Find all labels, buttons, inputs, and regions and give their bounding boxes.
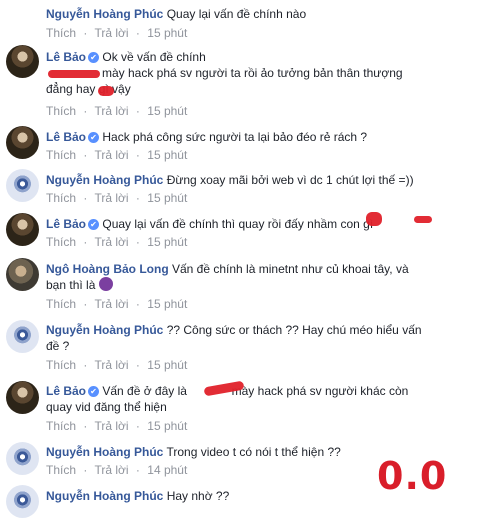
comment-text: Hack phá công sức người ta lại bảo đéo r… [102,130,368,144]
comment-actions: Thích · Trả lời · 15 phút [46,104,188,118]
comment-actions: Thích · Trả lời · 15 phút [46,419,188,433]
comment-text: Quay lại vấn đề chính nào [166,7,307,21]
timestamp[interactable]: 15 phút [147,191,187,205]
handwritten-annotation: 0.0 [377,454,448,498]
avatar[interactable] [6,320,39,353]
reply-link[interactable]: Trả lời [94,297,128,311]
verified-badge-icon: ✔ [88,219,100,230]
comment-author[interactable]: Ngô Hoàng Bảo Long [46,262,169,276]
comment-text: quay vid đăng thể hiện [46,400,167,414]
like-link[interactable]: Thích [46,26,76,40]
like-link[interactable]: Thích [46,148,76,162]
comment-text: Đừng xoay mãi bởi web vì dc 1 chút lợi t… [166,173,414,187]
avatar[interactable] [6,258,39,291]
comment-text: Ok về vấn đề chính [102,50,206,64]
like-link[interactable]: Thích [46,191,76,205]
comment-actions: Thích · Trả lời · 15 phút [46,148,188,162]
comment-author[interactable]: Lê Bảo [46,217,86,231]
avatar[interactable] [6,169,39,202]
comment-actions: Thích · Trả lời · 15 phút [46,297,188,311]
timestamp[interactable]: 15 phút [147,235,187,249]
timestamp[interactable]: 15 phút [147,297,187,311]
comment-actions: Thích · Trả lời · 15 phút [46,26,188,40]
like-link[interactable]: Thích [46,358,76,372]
comment-actions: Thích · Trả lời · 14 phút [46,463,188,477]
comment-text: mày hack phá sv người khác còn [231,384,409,398]
comment-text: ?? Công sức or thách ?? Hay chú méo hiểu… [166,323,422,337]
comment-text: Trong video t có nói t thể hiện ?? [166,445,341,459]
comment-actions: Thích · Trả lời · 15 phút [46,191,188,205]
verified-badge-icon: ✔ [88,52,100,63]
comment-author[interactable]: Nguyễn Hoàng Phúc [46,323,163,337]
avatar[interactable] [6,45,39,78]
reply-link[interactable]: Trả lời [94,235,128,249]
avatar[interactable] [6,485,39,518]
timestamp[interactable]: 15 phút [147,26,187,40]
like-link[interactable]: Thích [46,104,76,118]
comment-text: Hay nhờ ?? [166,489,230,503]
reply-link[interactable]: Trả lời [94,26,128,40]
like-link[interactable]: Thích [46,463,76,477]
comment-text: bạn thì là [46,278,96,292]
comment-text: mày hack phá sv người ta rồi ảo tưởng bả… [102,66,403,80]
comment-text: Vấn đề chính là minetnt như củ khoai tây… [172,262,409,276]
redaction-scribble [48,70,100,78]
redaction-scribble [98,86,114,96]
comment-text: Vấn đề ở đây là [102,384,187,398]
verified-badge-icon: ✔ [88,386,100,397]
avatar[interactable] [6,442,39,475]
comment-author[interactable]: Nguyễn Hoàng Phúc [46,7,163,21]
comment-author[interactable]: Nguyễn Hoàng Phúc [46,489,163,503]
comment-text: đẳng hay gì vậy [46,82,131,96]
reply-link[interactable]: Trả lời [94,191,128,205]
timestamp[interactable]: 15 phút [147,104,187,118]
avatar[interactable] [6,213,39,246]
timestamp[interactable]: 15 phút [147,148,187,162]
comment-author[interactable]: Lê Bảo [46,50,86,64]
avatar[interactable] [6,126,39,159]
redaction-scribble [414,216,432,223]
verified-badge-icon: ✔ [88,132,100,143]
timestamp[interactable]: 15 phút [147,419,187,433]
comment-author[interactable]: Lê Bảo [46,130,86,144]
reply-link[interactable]: Trả lời [94,148,128,162]
comment-author[interactable]: Lê Bảo [46,384,86,398]
reply-link[interactable]: Trả lời [94,419,128,433]
like-link[interactable]: Thích [46,235,76,249]
comment-author[interactable]: Nguyễn Hoàng Phúc [46,173,163,187]
reply-link[interactable]: Trả lời [94,358,128,372]
reply-link[interactable]: Trả lời [94,104,128,118]
comment-text: đề ? [46,339,70,353]
comment-author[interactable]: Nguyễn Hoàng Phúc [46,445,163,459]
comment-text: Quay lại vấn đề chính thì quay rồi đấy n… [102,217,374,231]
timestamp[interactable]: 14 phút [147,463,187,477]
avatar[interactable] [6,381,39,414]
like-link[interactable]: Thích [46,297,76,311]
eggplant-icon [98,277,113,291]
comment-actions: Thích · Trả lời · 15 phút [46,358,188,372]
reply-link[interactable]: Trả lời [94,463,128,477]
timestamp[interactable]: 15 phút [147,358,187,372]
like-link[interactable]: Thích [46,419,76,433]
comment-actions: Thích · Trả lời · 15 phút [46,235,188,249]
redaction-scribble [366,212,382,226]
